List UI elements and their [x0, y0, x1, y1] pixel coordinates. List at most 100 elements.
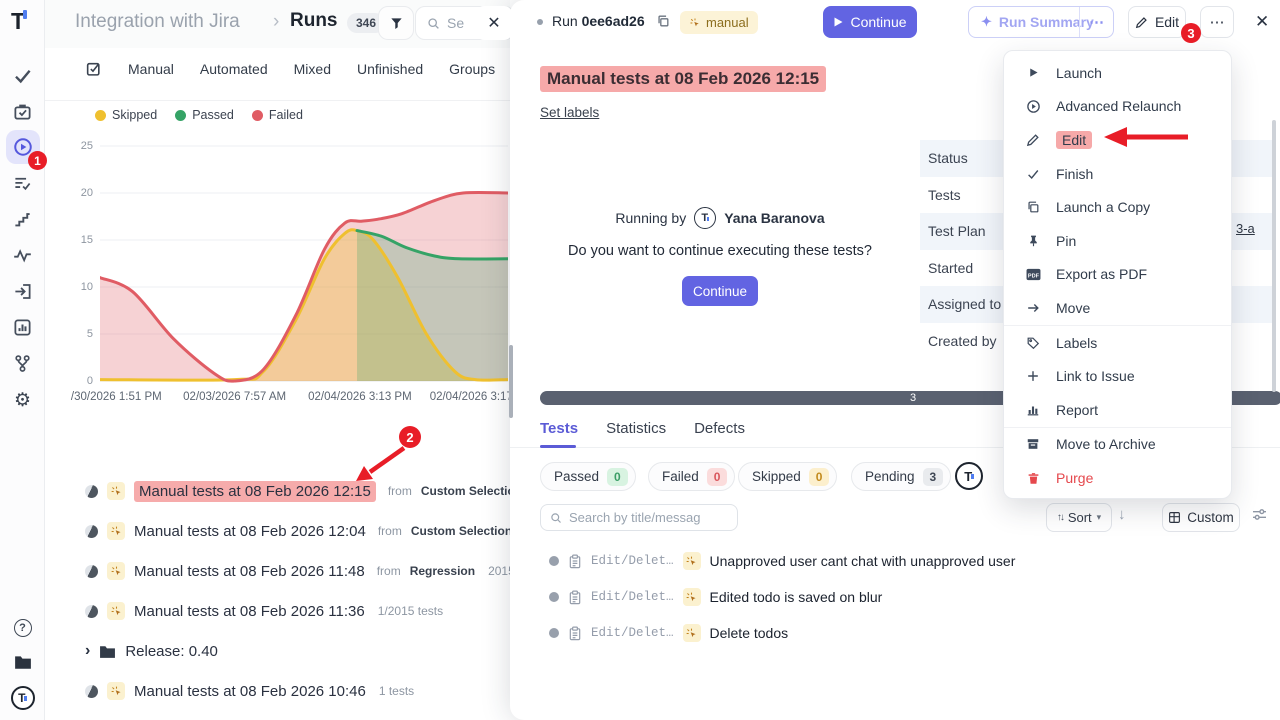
- breadcrumb-project[interactable]: Integration with Jira: [75, 11, 240, 33]
- run-title-heading: Manual tests at 08 Feb 2026 12:15: [540, 66, 826, 92]
- run-folder-title[interactable]: Release: 0.40: [125, 643, 218, 660]
- menu-item-finish[interactable]: Finish: [1004, 157, 1231, 191]
- manual-run-icon: [107, 562, 125, 580]
- test-row[interactable]: Edit/Delet… Edited todo is saved on blur: [549, 584, 882, 610]
- menu-item-link-to-issue[interactable]: Link to Issue: [1004, 359, 1231, 393]
- tasks-icon[interactable]: [0, 99, 45, 123]
- chart-legend: Skipped Passed Failed: [95, 108, 303, 122]
- menu-item-purge[interactable]: Purge: [1004, 461, 1231, 495]
- filter-pill-skipped[interactable]: Skipped0: [738, 462, 837, 491]
- menu-item-launch[interactable]: Launch: [1004, 56, 1231, 90]
- archive-icon: [1025, 436, 1041, 452]
- chevron-right-icon[interactable]: ›: [85, 642, 90, 660]
- app-logo[interactable]: T: [11, 8, 27, 35]
- menu-item-labels[interactable]: Labels: [1004, 326, 1231, 360]
- report-list-icon[interactable]: [0, 171, 45, 195]
- tab-automated[interactable]: Automated: [200, 61, 268, 77]
- sidebar-rail: T ⚙ ? T: [0, 0, 45, 720]
- menu-item-advanced-relaunch[interactable]: Advanced Relaunch: [1004, 90, 1231, 124]
- run-title[interactable]: Manual tests at 08 Feb 2026 11:36: [134, 603, 365, 620]
- manual-run-icon: [107, 682, 125, 700]
- set-labels-link[interactable]: Set labels: [540, 105, 599, 120]
- run-title[interactable]: Manual tests at 08 Feb 2026 12:15: [134, 481, 376, 502]
- import-icon[interactable]: [0, 279, 45, 303]
- tab-defects[interactable]: Defects: [694, 420, 745, 437]
- projects-folder-icon[interactable]: [0, 650, 45, 674]
- test-title[interactable]: Delete todos: [710, 625, 789, 641]
- assignee-avatar[interactable]: T: [955, 462, 983, 490]
- progress-count: 3: [910, 391, 916, 405]
- menu-item-launch-a-copy[interactable]: Launch a Copy: [1004, 190, 1231, 224]
- sort-button[interactable]: ↑↓Sort▾: [1046, 503, 1112, 532]
- grid-icon: [1168, 511, 1181, 524]
- select-runs-icon[interactable]: [85, 60, 102, 77]
- tests-search[interactable]: [540, 504, 738, 531]
- tab-mixed[interactable]: Mixed: [294, 61, 331, 77]
- runs-panel: Integration with Jira › Runs 346 Manual …: [45, 0, 510, 720]
- drawer-scrollbar[interactable]: [1272, 120, 1276, 392]
- settings-gear-icon[interactable]: ⚙: [0, 388, 45, 412]
- tab-groups[interactable]: Groups: [449, 61, 495, 77]
- test-title[interactable]: Unapproved user cant chat with unapprove…: [710, 553, 1016, 569]
- edit-button[interactable]: Edit: [1128, 6, 1186, 38]
- filter-button[interactable]: [378, 6, 414, 40]
- run-title[interactable]: Manual tests at 08 Feb 2026 12:04: [134, 523, 366, 540]
- custom-view-button[interactable]: Custom: [1162, 503, 1240, 532]
- legend-item-failed[interactable]: Failed: [252, 108, 303, 122]
- filter-pill-failed[interactable]: Failed0: [648, 462, 735, 491]
- test-title[interactable]: Edited todo is saved on blur: [710, 589, 883, 605]
- menu-item-move-to-archive[interactable]: Move to Archive: [1004, 428, 1231, 462]
- copy-run-id-icon[interactable]: [656, 14, 670, 33]
- run-title[interactable]: Manual tests at 08 Feb 2026 10:46: [134, 683, 366, 700]
- menu-item-move[interactable]: Move: [1004, 291, 1231, 325]
- run-row[interactable]: Manual tests at 08 Feb 2026 12:15 from C…: [85, 478, 542, 504]
- pulse-icon[interactable]: [0, 243, 45, 267]
- manual-test-icon: [683, 588, 701, 606]
- tab-statistics[interactable]: Statistics: [606, 420, 666, 437]
- legend-item-passed[interactable]: Passed: [175, 108, 234, 122]
- filter-pill-pending[interactable]: Pending3: [851, 462, 951, 491]
- runs-header: Integration with Jira › Runs 346: [45, 0, 510, 48]
- drawer-close-icon[interactable]: ✕: [1255, 12, 1269, 32]
- tab-unfinished[interactable]: Unfinished: [357, 61, 423, 77]
- test-suite-name: Edit/Delet…: [591, 554, 674, 568]
- left-panel-scrollbar[interactable]: [509, 345, 513, 418]
- profile-avatar[interactable]: T: [0, 686, 45, 710]
- menu-item-export-as-pdf[interactable]: PDFExport as PDF: [1004, 258, 1231, 292]
- search-close-button[interactable]: ✕: [476, 6, 512, 40]
- run-row[interactable]: Manual tests at 08 Feb 2026 11:48 from R…: [85, 558, 528, 584]
- continue-executing-button[interactable]: Continue: [682, 276, 758, 306]
- help-icon[interactable]: ?: [0, 616, 45, 640]
- menu-item-pin[interactable]: Pin: [1004, 224, 1231, 258]
- run-summary-button[interactable]: ✦Run Summary⋯: [968, 6, 1114, 38]
- legend-label: Skipped: [112, 108, 157, 122]
- drawer-more-button[interactable]: ⋯: [1200, 6, 1234, 38]
- search-icon: [550, 512, 562, 524]
- tab-tests[interactable]: Tests: [540, 420, 578, 437]
- steps-icon[interactable]: [0, 207, 45, 231]
- search-icon: [427, 17, 440, 30]
- continue-button[interactable]: Continue: [823, 6, 917, 38]
- run-row[interactable]: Manual tests at 08 Feb 2026 12:04 from C…: [85, 518, 512, 544]
- run-title[interactable]: Manual tests at 08 Feb 2026 11:48: [134, 563, 365, 580]
- tests-search-input[interactable]: [569, 510, 729, 525]
- tab-manual[interactable]: Manual: [128, 61, 174, 77]
- view-settings-icon[interactable]: [1252, 508, 1267, 526]
- filter-pill-passed[interactable]: Passed0: [540, 462, 636, 491]
- run-row[interactable]: Manual tests at 08 Feb 2026 11:36 1/2015…: [85, 598, 443, 624]
- menu-item-report[interactable]: Report: [1004, 393, 1231, 427]
- run-row[interactable]: Manual tests at 08 Feb 2026 10:46 1 test…: [85, 678, 414, 704]
- branch-icon[interactable]: [0, 351, 45, 375]
- manual-run-icon: [107, 522, 125, 540]
- test-row[interactable]: Edit/Delet… Unapproved user cant chat wi…: [549, 548, 1015, 574]
- test-plan-link[interactable]: 3-a: [1236, 221, 1255, 236]
- analytics-icon[interactable]: [0, 315, 45, 339]
- checks-icon[interactable]: [0, 63, 45, 87]
- summary-more-icon[interactable]: ⋯: [1079, 7, 1113, 37]
- sort-direction-icon[interactable]: ↓: [1118, 506, 1126, 523]
- sort-arrows-icon: ↑↓: [1057, 512, 1063, 523]
- menu-item-edit[interactable]: Edit: [1004, 123, 1231, 157]
- run-folder-row[interactable]: › Release: 0.40: [85, 638, 218, 664]
- test-row[interactable]: Edit/Delet… Delete todos: [549, 620, 788, 646]
- legend-item-skipped[interactable]: Skipped: [95, 108, 157, 122]
